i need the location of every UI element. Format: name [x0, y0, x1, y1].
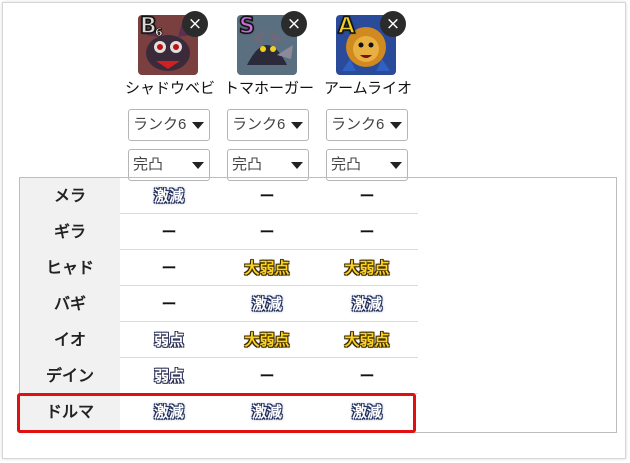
- resistance-cell: 激減: [351, 295, 382, 313]
- resistance-cell: ー: [359, 187, 375, 205]
- resistance-cell: 激減: [153, 187, 184, 205]
- element-label: ギラ: [20, 214, 120, 250]
- chevron-down-icon: [291, 162, 303, 169]
- resistance-cell: ー: [359, 223, 375, 241]
- close-icon: ×: [385, 14, 401, 34]
- rank-badge: A: [337, 15, 356, 39]
- resistance-cell: ー: [161, 295, 177, 313]
- chevron-down-icon: [192, 122, 204, 129]
- element-label: デイン: [20, 358, 120, 394]
- resistance-cell: ー: [161, 259, 177, 277]
- chevron-down-icon: [390, 162, 402, 169]
- element-label: イオ: [20, 322, 120, 358]
- resistance-cell: ー: [259, 223, 275, 241]
- resistance-cell: ー: [161, 223, 177, 241]
- unit-name: シャドウベビ: [124, 80, 215, 97]
- resistance-cell: 大弱点: [344, 259, 390, 277]
- resistance-panel: B 6 × シャドウベビ ランク6 完凸 S × トマホーガー ランク6 完凸 …: [2, 2, 626, 459]
- rank-select[interactable]: ランク6: [227, 109, 309, 141]
- element-label: バギ: [20, 286, 120, 322]
- table-row: デイン 弱点 ー ー: [20, 358, 418, 394]
- element-label: ヒャド: [20, 250, 120, 286]
- resistance-cell: 大弱点: [244, 331, 290, 349]
- table-row: イオ 弱点 大弱点 大弱点: [20, 322, 418, 358]
- table-row: ヒャド ー 大弱点 大弱点: [20, 250, 418, 286]
- resistance-cell: 大弱点: [244, 259, 290, 277]
- resistance-cell: 激減: [251, 295, 282, 313]
- remove-unit-button[interactable]: ×: [380, 11, 406, 37]
- chevron-down-icon: [291, 122, 303, 129]
- resistance-cell: 弱点: [153, 367, 184, 385]
- table-row: バギ ー 激減 激減: [20, 286, 418, 322]
- remove-unit-button[interactable]: ×: [281, 11, 307, 37]
- element-label: メラ: [20, 178, 120, 214]
- table-row: メラ 激減 ー ー: [20, 178, 418, 214]
- chevron-down-icon: [390, 122, 402, 129]
- remove-unit-button[interactable]: ×: [182, 11, 208, 37]
- resistance-cell: 弱点: [153, 331, 184, 349]
- resistance-cell: ー: [259, 367, 275, 385]
- resistance-cell: 大弱点: [344, 331, 390, 349]
- highlight-box: [17, 393, 416, 433]
- close-icon: ×: [187, 14, 203, 34]
- close-icon: ×: [286, 14, 302, 34]
- resistance-cell: ー: [359, 367, 375, 385]
- resistance-cell: ー: [259, 187, 275, 205]
- chevron-down-icon: [192, 162, 204, 169]
- unit-name: トマホーガー: [223, 80, 314, 97]
- unit-name: アームライオ: [324, 80, 412, 97]
- table-row: ギラ ー ー ー: [20, 214, 418, 250]
- rank-badge: S: [238, 15, 255, 39]
- rank-sub-badge: 6: [155, 26, 163, 40]
- rank-select[interactable]: ランク6: [128, 109, 210, 141]
- rank-select[interactable]: ランク6: [326, 109, 408, 141]
